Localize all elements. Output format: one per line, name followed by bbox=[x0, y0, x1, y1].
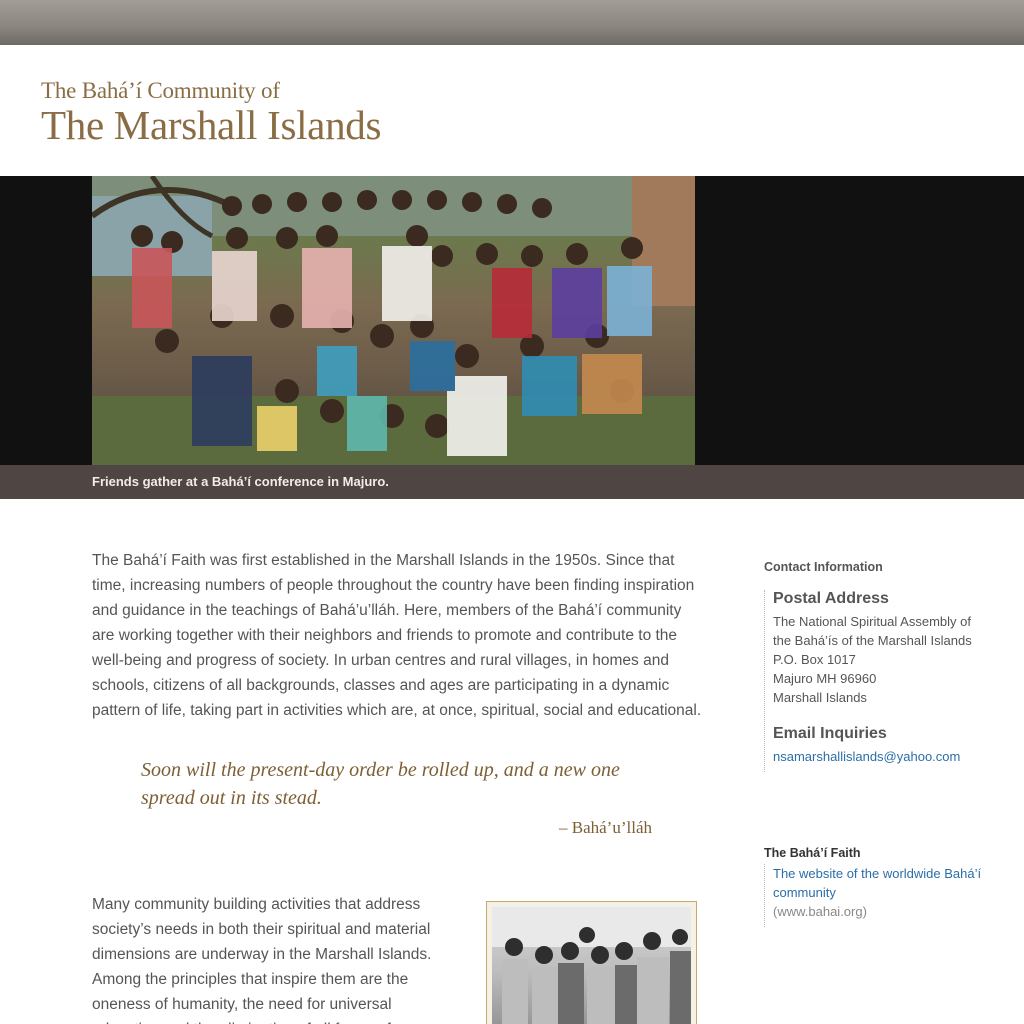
hero-caption: Friends gather at a Bahá’í conference in… bbox=[92, 474, 389, 489]
contact-heading: Contact Information bbox=[764, 560, 883, 574]
postal-line: Majuro MH 96960 bbox=[773, 671, 877, 686]
email-heading: Email Inquiries bbox=[773, 725, 887, 742]
second-paragraph: Many community building activities that … bbox=[92, 896, 432, 1024]
postal-line: Marshall Islands bbox=[773, 690, 867, 705]
site-title-link[interactable]: The Bahá’í Community of The Marshall Isl… bbox=[41, 78, 382, 148]
site-title-line2: The Marshall Islands bbox=[41, 102, 382, 148]
quote-text: Soon will the present-day order be rolle… bbox=[141, 759, 620, 809]
intro-paragraph: The Bahá’í Faith was first established i… bbox=[92, 552, 702, 719]
sidebar: Contact Information Postal Address The N… bbox=[764, 560, 1004, 927]
postal-line: the Bahá’ís of the Marshall Islands bbox=[773, 633, 972, 648]
site-header: The Bahá’í Community of The Marshall Isl… bbox=[0, 45, 1024, 176]
faith-block: The website of the worldwide Bahá’í comm… bbox=[764, 864, 1004, 927]
top-bar bbox=[0, 0, 1024, 45]
email-link[interactable]: nsamarshallislands@yahoo.com bbox=[773, 747, 1004, 766]
main-content: The Bahá’í Faith was first established i… bbox=[92, 548, 702, 1024]
historic-photo bbox=[486, 901, 697, 1024]
postal-line: The National Spiritual Assembly of bbox=[773, 614, 971, 629]
contact-block: Postal Address The National Spiritual As… bbox=[764, 590, 1004, 772]
bahai-website-link[interactable]: The website of the worldwide Bahá’í comm… bbox=[773, 864, 1004, 902]
quote-attribution: – Bahá’u’lláh bbox=[559, 818, 652, 837]
hero-banner bbox=[0, 176, 1024, 465]
site-title-line1: The Bahá’í Community of bbox=[41, 78, 280, 103]
faith-heading: The Bahá’í Faith bbox=[764, 846, 861, 860]
faith-section: The Bahá’í Faith The website of the worl… bbox=[764, 846, 1004, 927]
group-photo bbox=[92, 176, 695, 465]
postal-address: The National Spiritual Assembly of the B… bbox=[773, 612, 1004, 707]
hero-caption-bar: Friends gather at a Bahá’í conference in… bbox=[0, 465, 1024, 499]
postal-heading: Postal Address bbox=[773, 590, 889, 607]
bahai-url: (www.bahai.org) bbox=[773, 904, 867, 919]
postal-line: P.O. Box 1017 bbox=[773, 652, 856, 667]
